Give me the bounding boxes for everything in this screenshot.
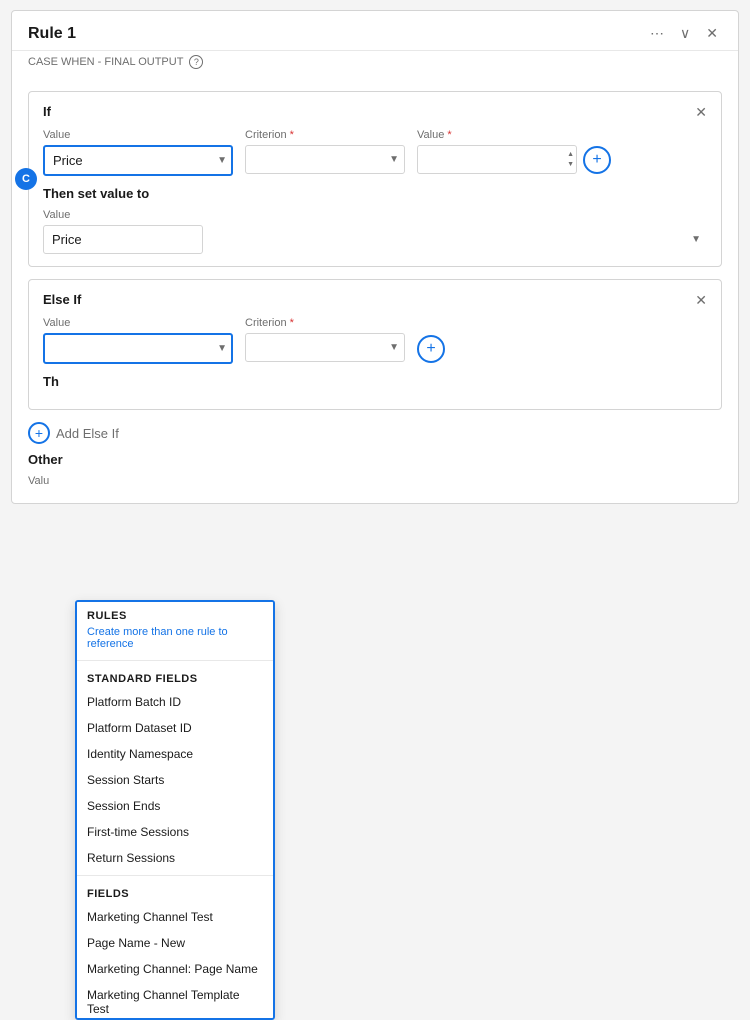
header-actions: ⋯ ∨ ✕ — [646, 23, 722, 44]
add-else-label: Add Else If — [56, 426, 119, 441]
dropdown-item-9[interactable]: Marketing Channel: Page Name — [77, 956, 273, 982]
else-if-criterion-label: Criterion — [245, 317, 405, 329]
else-if-add-button[interactable]: + — [417, 335, 445, 363]
if-fields-row: Value Price ▼ Criterion ▼ — [43, 129, 707, 176]
else-if-then-label: Th — [43, 374, 707, 389]
standard-fields-header: STANDARD FIELDS — [77, 665, 273, 689]
then-section: Then set value to Value Price ▼ — [43, 186, 707, 254]
else-if-section: Else If ✕ Value ▼ Criterion — [28, 279, 722, 410]
if-section-header: If ✕ — [43, 104, 707, 119]
if-criterion-label: Criterion — [245, 129, 405, 141]
value-dropdown: RULES Create more than one rule to refer… — [75, 600, 275, 1020]
dropdown-item-6[interactable]: Return Sessions — [77, 845, 273, 871]
if-criterion-select[interactable] — [245, 145, 405, 174]
rule-panel: Rule 1 ⋯ ∨ ✕ CASE WHEN - FINAL OUTPUT ? … — [11, 10, 739, 504]
else-if-criterion-select-wrapper: ▼ — [245, 333, 405, 362]
dropdown-item-7[interactable]: Marketing Channel Test — [77, 904, 273, 930]
dropdown-item-2[interactable]: Identity Namespace — [77, 741, 273, 767]
else-if-value-label: Value — [43, 317, 233, 329]
add-condition-button[interactable]: + — [583, 146, 611, 174]
then-label: Then set value to — [43, 186, 707, 201]
if-value2-input[interactable] — [417, 145, 577, 174]
more-button[interactable]: ⋯ — [646, 23, 668, 44]
spinner-down[interactable]: ▼ — [566, 160, 575, 169]
if-value-label: Value — [43, 129, 233, 141]
if-value-group: Value Price ▼ — [43, 129, 233, 176]
if-value-select[interactable]: Price — [43, 145, 233, 176]
else-if-value-select[interactable] — [43, 333, 233, 364]
divider-1 — [77, 660, 273, 661]
else-if-fields-row: Value ▼ Criterion ▼ — [43, 317, 707, 364]
then-value-group: Value Price ▼ — [43, 209, 707, 254]
dropdown-item-0[interactable]: Platform Batch ID — [77, 689, 273, 715]
if-criterion-group: Criterion ▼ — [245, 129, 405, 174]
then-value-arrow: ▼ — [691, 234, 701, 245]
fields-header: FIELDS — [77, 880, 273, 904]
else-if-add-group: + — [417, 317, 445, 363]
else-if-then-section: Th — [43, 374, 707, 389]
if-value2-group: Value ▲ ▼ + — [417, 129, 611, 174]
dropdown-item-1[interactable]: Platform Dataset ID — [77, 715, 273, 741]
spinner-up[interactable]: ▲ — [566, 150, 575, 159]
panel-body: C If ✕ Value Price ▼ Cri — [12, 79, 738, 503]
panel-title: Rule 1 — [28, 25, 76, 43]
else-if-criterion-select[interactable] — [245, 333, 405, 362]
if-section: C If ✕ Value Price ▼ Cri — [28, 91, 722, 267]
dropdown-item-4[interactable]: Session Ends — [77, 793, 273, 819]
if-value-select-wrapper: Price ▼ — [43, 145, 233, 176]
add-else-button[interactable]: + — [28, 422, 50, 444]
divider-2 — [77, 875, 273, 876]
close-else-if-button[interactable]: ✕ — [695, 293, 707, 307]
if-criterion-select-wrapper: ▼ — [245, 145, 405, 174]
add-else-row: + Add Else If — [28, 422, 722, 444]
if-value2-label: Value — [417, 129, 611, 141]
c-badge: C — [15, 168, 37, 190]
dropdown-item-5[interactable]: First-time Sessions — [77, 819, 273, 845]
other-title: Other — [28, 452, 722, 467]
close-panel-button[interactable]: ✕ — [702, 23, 722, 44]
dropdown-item-3[interactable]: Session Starts — [77, 767, 273, 793]
close-if-button[interactable]: ✕ — [695, 105, 707, 119]
else-if-criterion-group: Criterion ▼ — [245, 317, 405, 362]
panel-subtitle: CASE WHEN - FINAL OUTPUT ? — [12, 51, 738, 79]
if-value2-input-group: ▲ ▼ + — [417, 145, 611, 174]
else-if-value-select-wrapper: ▼ — [43, 333, 233, 364]
value-spinners: ▲ ▼ — [566, 150, 575, 169]
then-value-label: Value — [43, 209, 707, 221]
chevron-button[interactable]: ∨ — [676, 23, 694, 44]
if-section-title: If — [43, 104, 51, 119]
rules-header: RULES — [77, 602, 273, 626]
dropdown-item-8[interactable]: Page Name - New — [77, 930, 273, 956]
rules-desc[interactable]: Create more than one rule to reference — [77, 626, 273, 656]
then-value-select[interactable]: Price — [43, 225, 203, 254]
dropdown-item-10[interactable]: Marketing Channel Template Test — [77, 982, 273, 1020]
help-icon[interactable]: ? — [189, 55, 203, 69]
panel-header: Rule 1 ⋯ ∨ ✕ — [12, 11, 738, 51]
other-section: Other Valu — [28, 452, 722, 487]
then-value-select-wrapper: Price ▼ — [43, 225, 707, 254]
other-value-label: Valu — [28, 475, 722, 487]
if-value2-input-wrapper: ▲ ▼ — [417, 145, 577, 174]
else-if-section-header: Else If ✕ — [43, 292, 707, 307]
else-if-section-title: Else If — [43, 292, 81, 307]
else-if-value-group: Value ▼ — [43, 317, 233, 364]
